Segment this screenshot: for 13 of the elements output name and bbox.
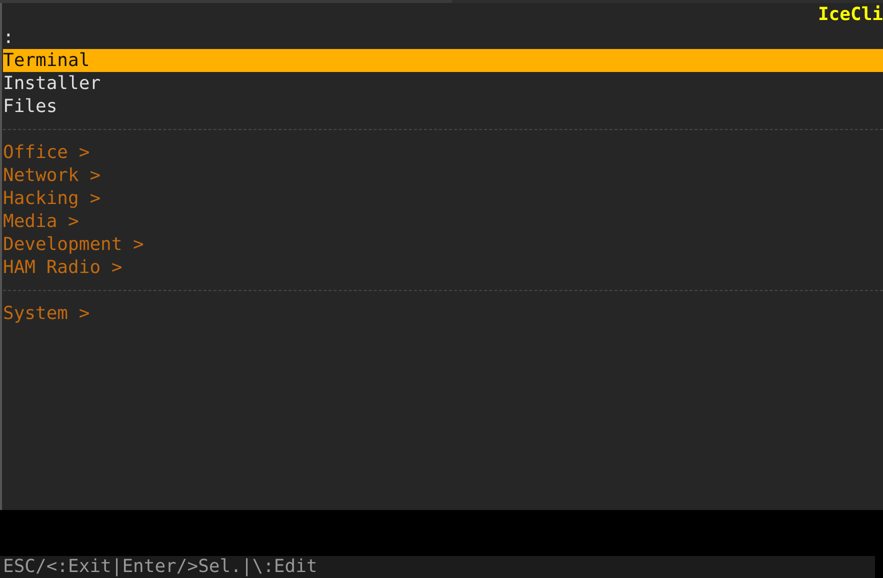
submenu-item[interactable]: Network > — [3, 164, 883, 187]
submenu-item[interactable]: Office > — [3, 141, 883, 164]
submenu-item[interactable]: HAM Radio > — [3, 256, 883, 279]
app-title: IceCli — [816, 3, 883, 26]
menu-item[interactable]: Installer — [3, 72, 883, 95]
menu-item[interactable]: Terminal — [3, 49, 883, 72]
submenu-item[interactable]: System > — [3, 302, 883, 325]
submenu-item[interactable]: Development > — [3, 233, 883, 256]
menu-item[interactable]: Files — [3, 95, 883, 118]
status-bar: ESC/<:Exit|Enter/>Sel.|\:Edit — [0, 556, 875, 578]
submenu-item[interactable]: Hacking > — [3, 187, 883, 210]
prompt-text: : — [3, 26, 15, 49]
submenu-item[interactable]: Media > — [3, 210, 883, 233]
